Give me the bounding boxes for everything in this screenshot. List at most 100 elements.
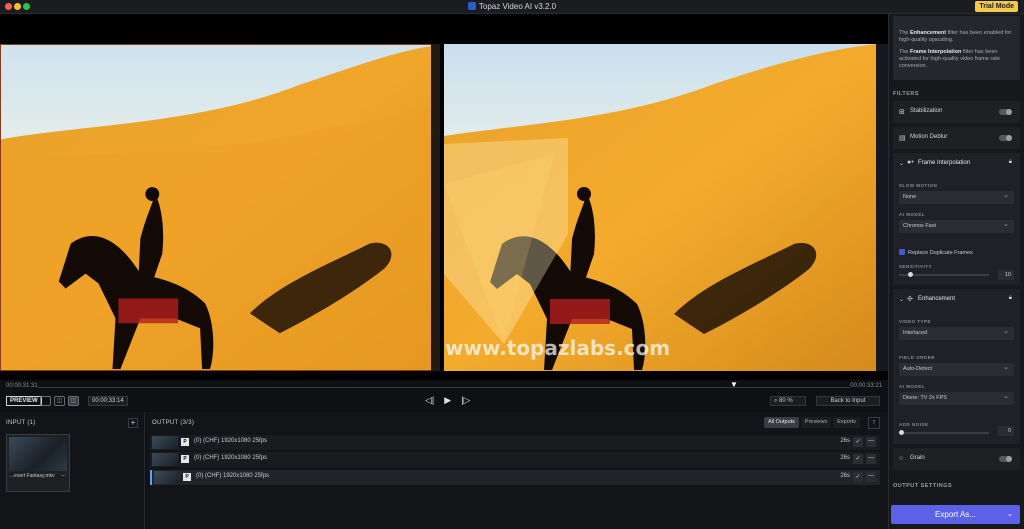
output-row[interactable]: P (0) (CHF) 1920x1080 25fps 26s ✓ —: [150, 435, 880, 450]
input-file-name: ...esert Fantasy.mkv: [10, 473, 55, 479]
preview-badge: P: [181, 455, 189, 463]
sensitivity-value[interactable]: 10: [998, 270, 1014, 280]
check-icon[interactable]: ✓: [853, 472, 863, 482]
stabilization-filter[interactable]: ⊞ Stabilization: [893, 101, 1020, 123]
chevron-down-icon[interactable]: ⌄: [899, 160, 904, 167]
step-back-icon[interactable]: ◁|: [425, 395, 434, 406]
single-view-icon[interactable]: [40, 396, 51, 406]
checkbox-checked-icon[interactable]: [899, 249, 905, 255]
add-input-button[interactable]: +: [128, 418, 138, 428]
output-row-selected[interactable]: P (0) (CHF) 1920x1080 25fps 26s ✓ —: [150, 470, 880, 485]
enh-ai-model-select[interactable]: Dione: TV 2x FPS: [899, 390, 1014, 405]
enhancement-header[interactable]: ⌄ ✣ Enhancement 🔒︎: [893, 289, 1020, 311]
output-info: (0) (CHF) 1920x1080 25fps: [196, 473, 270, 479]
sensitivity-slider-knob[interactable]: [907, 272, 913, 277]
topaz-watermark: www.topazlabs.com: [445, 336, 671, 360]
tab-previews[interactable]: Previews: [800, 417, 832, 428]
filters-heading: FILTERS: [893, 91, 920, 97]
replace-duplicates-checkbox[interactable]: Replace Duplicate Frames: [899, 249, 973, 256]
compare-divider[interactable]: [431, 44, 440, 371]
frame-interpolation-icon: ●•: [907, 159, 914, 166]
transport-controls: ◁| ▶ |▷: [425, 395, 470, 406]
filter-info-box: The Enhancement filter has been enabled …: [893, 16, 1020, 80]
interp-ai-model-select[interactable]: Chronos Fast: [899, 218, 1014, 233]
trial-mode-badge[interactable]: Trial Mode: [975, 1, 1018, 12]
stabilization-icon: ⊞: [899, 109, 905, 116]
more-icon[interactable]: —: [866, 437, 876, 447]
play-icon[interactable]: ▶: [444, 395, 451, 406]
video-type-select[interactable]: Interlaced: [899, 325, 1014, 340]
tab-exports[interactable]: Exports: [833, 417, 860, 428]
preview-toolbar: PREVIEW ◫ ◫ 00:00:33:14 ◁| ▶ |▷ ⌕ 80 % B…: [0, 394, 888, 412]
output-duration: 26s: [840, 455, 850, 461]
sensitivity-label: SENSITIVITY: [899, 264, 933, 269]
original-video-image: [1, 45, 439, 370]
field-order-label: FIELD ORDER: [899, 355, 936, 360]
more-icon[interactable]: —: [866, 472, 876, 482]
step-forward-icon[interactable]: |▷: [461, 395, 470, 406]
output-info: (0) (CHF) 1920x1080 25fps: [194, 438, 268, 444]
add-noise-slider[interactable]: [899, 430, 989, 435]
add-noise-value[interactable]: 0: [998, 426, 1014, 436]
preview-button[interactable]: PREVIEW: [6, 396, 42, 406]
input-file-card[interactable]: ...esert Fantasy.mkv ...: [6, 434, 70, 492]
field-order-select[interactable]: Auto-Detect: [899, 361, 1014, 376]
motion-deblur-toggle[interactable]: [999, 135, 1012, 141]
output-thumbnail: [152, 436, 178, 449]
more-icon[interactable]: —: [866, 454, 876, 464]
sort-icon[interactable]: ↑: [868, 417, 880, 429]
lock-icon[interactable]: 🔒︎: [1009, 159, 1012, 166]
preview-badge: P: [183, 473, 191, 481]
output-panel: OUTPUT (3/3) All Outputs Previews Export…: [146, 412, 888, 529]
frame-interpolation-header[interactable]: ⌄ ●• Frame Interpolation 🔒︎: [893, 153, 1020, 175]
preview-area: www.topazlabs.com: [0, 14, 888, 380]
slow-motion-select[interactable]: None: [899, 189, 1014, 204]
playhead-marker-icon[interactable]: ▼: [730, 380, 738, 389]
output-thumbnail: [154, 471, 180, 484]
split-view-icon[interactable]: ◫: [54, 396, 65, 406]
slow-motion-label: SLOW MOTION: [899, 183, 938, 188]
output-settings-heading: OUTPUT SETTINGS: [893, 483, 953, 489]
original-frame: [0, 44, 440, 371]
check-icon[interactable]: ✓: [853, 437, 863, 447]
zoom-select[interactable]: ⌕ 80 %: [770, 396, 806, 406]
stabilization-toggle[interactable]: [999, 109, 1012, 115]
output-row[interactable]: P (0) (CHF) 1920x1080 25fps 26s ✓ —: [150, 452, 880, 467]
input-file-menu[interactable]: ...: [61, 472, 66, 478]
timeline-track[interactable]: [38, 387, 850, 388]
add-noise-slider-knob[interactable]: [899, 430, 904, 435]
timeline-start-time: 00:00:31:31: [6, 383, 38, 389]
input-panel: INPUT (1) + ...esert Fantasy.mkv ...: [0, 412, 145, 529]
chevron-down-icon[interactable]: ⌄: [1007, 505, 1013, 524]
motion-deblur-label: Motion Deblur: [910, 134, 948, 140]
video-type-label: VIDEO TYPE: [899, 319, 932, 324]
topaz-logo-icon: [467, 2, 476, 10]
frame-interpolation-card: ⌄ ●• Frame Interpolation 🔒︎ SLOW MOTION …: [893, 153, 1020, 285]
view-mode-group: ◫ ◫: [40, 396, 79, 406]
input-title: INPUT (1): [6, 420, 36, 426]
timecode-field[interactable]: 00:00:33:14: [88, 396, 128, 406]
app-title: Topaz Video AI v3.2.0: [0, 2, 1024, 11]
check-icon[interactable]: ✓: [853, 454, 863, 464]
chevron-down-icon[interactable]: ⌄: [899, 296, 904, 303]
side-by-side-view-icon[interactable]: ◫: [68, 396, 79, 406]
output-tabs: All Outputs Previews Exports: [764, 417, 860, 428]
frame-interpolation-title: Frame Interpolation: [918, 160, 971, 166]
back-to-input-button[interactable]: Back to Input: [816, 396, 880, 406]
add-noise-label: ADD NOISE: [899, 422, 929, 427]
export-as-button[interactable]: Export As... ⌄: [891, 505, 1020, 524]
preview-scrollbar[interactable]: [876, 44, 888, 371]
lock-icon[interactable]: 🔒︎: [1009, 295, 1012, 302]
grain-icon: ○: [899, 455, 904, 462]
enhancement-icon: ✣: [907, 296, 913, 303]
output-title: OUTPUT (3/3): [152, 420, 195, 426]
tab-all-outputs[interactable]: All Outputs: [764, 417, 799, 428]
timeline[interactable]: 00:00:31:31 ▼ 00:00:33:21: [0, 380, 888, 394]
enhanced-video-image: [444, 44, 876, 371]
sensitivity-slider[interactable]: [899, 272, 989, 277]
motion-deblur-filter[interactable]: ▤ Motion Deblur: [893, 127, 1020, 149]
interp-ai-model-label: AI MODEL: [899, 212, 925, 217]
enhanced-frame: [444, 44, 876, 371]
grain-filter[interactable]: ○ Grain: [893, 448, 1020, 470]
grain-toggle[interactable]: [999, 456, 1012, 462]
